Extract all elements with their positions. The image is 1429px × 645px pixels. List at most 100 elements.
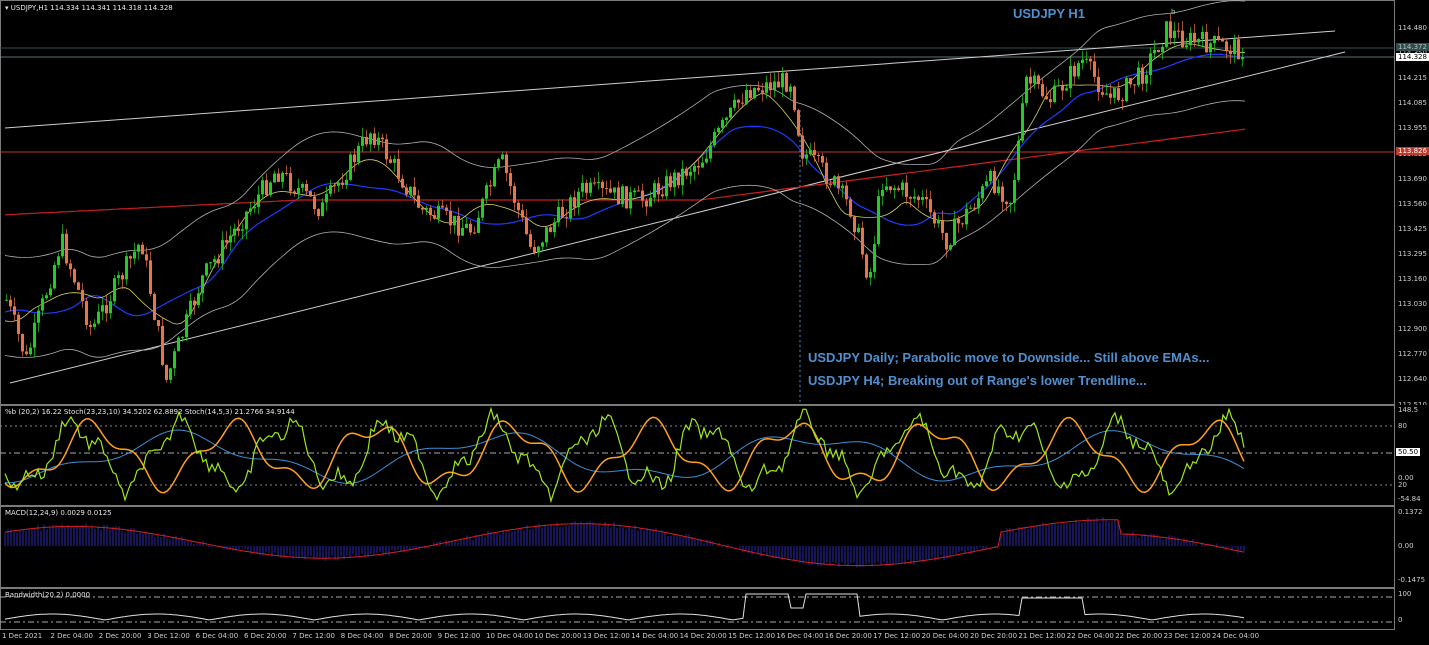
candle [213, 259, 216, 263]
candle [385, 139, 388, 160]
candle [617, 187, 620, 205]
time-tick: 14 Dec 20:00 [679, 632, 727, 640]
candle [69, 263, 72, 270]
bandwidth-chart[interactable] [0, 588, 1395, 630]
macd-tick: 0.00 [1398, 542, 1414, 550]
dropdown-arrow-icon[interactable]: ▾ [5, 4, 9, 12]
candle [733, 99, 736, 108]
time-tick: 8 Dec 20:00 [389, 632, 432, 640]
candle [865, 254, 868, 278]
candle [1085, 58, 1088, 60]
candle [633, 190, 636, 193]
candle [973, 207, 976, 209]
price-tick: 112.900 [1398, 325, 1427, 334]
candle [637, 190, 640, 192]
candle [29, 347, 32, 355]
time-tick: 1 Dec 2021 [2, 632, 43, 640]
candle [421, 207, 424, 210]
candle [217, 259, 220, 264]
candle [845, 185, 848, 200]
candle [101, 305, 104, 312]
candle [429, 207, 432, 216]
candle [453, 215, 456, 226]
stoch-tick: 20 [1398, 481, 1407, 489]
candle [1073, 65, 1076, 77]
candle [1213, 35, 1216, 44]
candle [1049, 99, 1052, 103]
candle [173, 351, 176, 369]
note-daily: USDJPY Daily; Parabolic move to Downside… [808, 350, 1210, 365]
candle [989, 170, 992, 182]
stoch-main-line [4, 416, 1245, 494]
candle [1161, 46, 1164, 53]
candle [653, 183, 656, 198]
candle [1001, 186, 1004, 202]
candle [57, 256, 60, 266]
candle [501, 154, 504, 160]
candle [73, 269, 76, 283]
candle [905, 182, 908, 198]
candle [433, 215, 436, 219]
candle [349, 154, 352, 180]
candle [573, 197, 576, 208]
stochastic-chart[interactable] [0, 405, 1395, 506]
candle [889, 186, 892, 191]
candle [457, 215, 460, 236]
stoch-tick: 0.00 [1398, 474, 1414, 482]
price-tick: 113.690 [1398, 174, 1427, 183]
candle [961, 223, 964, 225]
candle [277, 173, 280, 182]
candle [593, 182, 596, 184]
candle [693, 166, 696, 172]
price-chart[interactable] [0, 0, 1395, 405]
price-tag-bid: 114.328 [1396, 53, 1429, 61]
fractal-marker: b [1171, 8, 1176, 16]
candle [1225, 41, 1228, 51]
chart-header: ▾ USDJPY,H1 114.334 114.341 114.318 114.… [5, 4, 173, 12]
candle [1145, 74, 1148, 84]
candle [41, 298, 44, 311]
candle [1005, 201, 1008, 205]
candle [533, 246, 536, 253]
candle [1185, 45, 1188, 48]
candle [525, 217, 528, 235]
chart-title: USDJPY H1 [1013, 6, 1086, 21]
candle [1105, 93, 1108, 95]
candle [225, 240, 228, 243]
candle [1025, 76, 1028, 104]
candle [969, 207, 972, 209]
candle [377, 137, 380, 145]
candle [1121, 100, 1124, 102]
candle [725, 117, 728, 121]
candle [1101, 92, 1104, 95]
candle [513, 186, 516, 203]
candle [297, 187, 300, 194]
candle [89, 325, 92, 327]
candle [1153, 49, 1156, 54]
macd-chart[interactable] [0, 506, 1395, 588]
candle [717, 127, 720, 133]
candle [785, 73, 788, 92]
candle [881, 189, 884, 197]
bandwidth-header: Bandwidth(20,2) 0.0000 [5, 591, 91, 599]
candle [877, 196, 880, 245]
candle [1029, 76, 1032, 84]
upper-trendline [4, 30, 1336, 129]
candle [337, 182, 340, 186]
candle [689, 171, 692, 176]
candle [169, 368, 172, 380]
candle [9, 299, 12, 307]
candle [473, 232, 476, 234]
candle [397, 158, 400, 179]
candle [497, 159, 500, 168]
candle [561, 206, 564, 218]
candle [1193, 32, 1196, 43]
candle [749, 90, 752, 99]
candle [809, 150, 812, 155]
candle [657, 183, 660, 195]
candle [209, 262, 212, 264]
price-tick: 114.215 [1398, 74, 1427, 83]
candle [1129, 78, 1132, 85]
candle [229, 235, 232, 243]
candle [189, 300, 192, 315]
